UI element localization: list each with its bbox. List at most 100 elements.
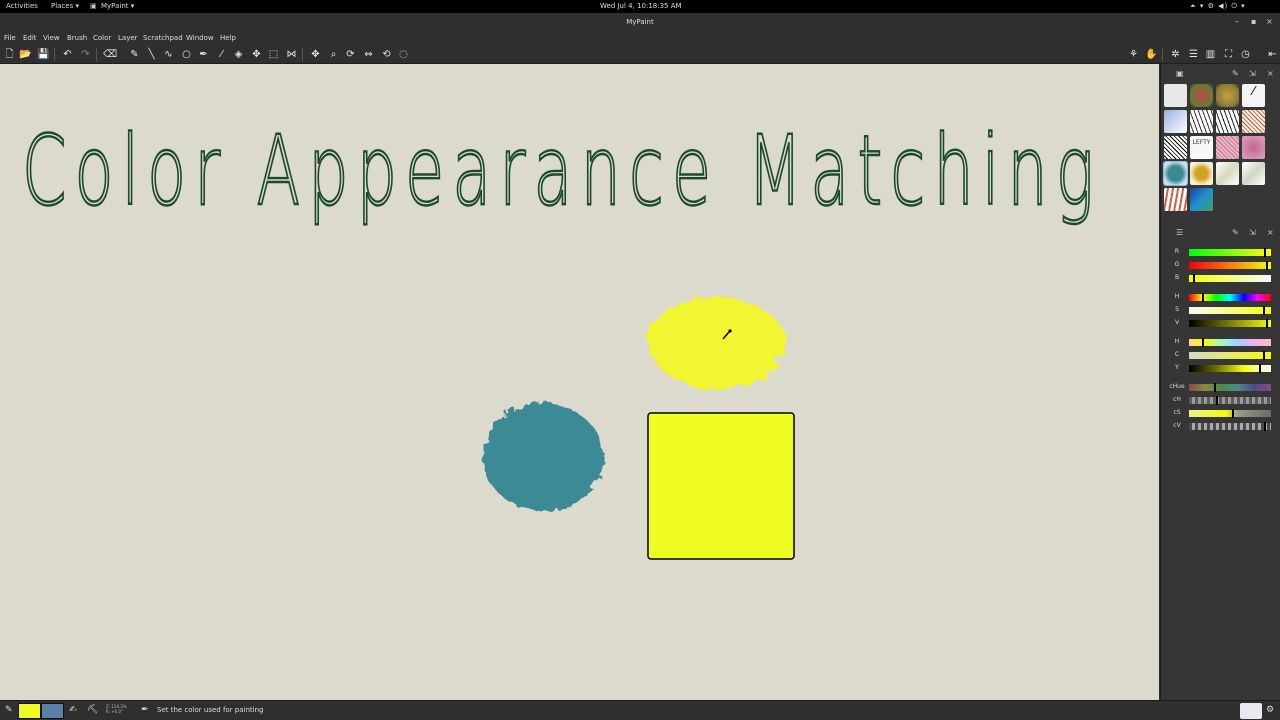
brush-thumb[interactable] xyxy=(1242,162,1265,185)
color-detach-icon[interactable]: ⇲ xyxy=(1249,228,1256,237)
cam-s-slider[interactable] xyxy=(1189,409,1271,418)
brush-thumb[interactable] xyxy=(1164,188,1187,211)
pan-view-icon[interactable]: ✥ xyxy=(309,48,322,61)
saturation-slider[interactable] xyxy=(1189,306,1271,315)
brush-thumb[interactable] xyxy=(1190,162,1213,185)
minimize-button[interactable]: – xyxy=(1235,13,1239,31)
picker-icon[interactable]: ⛏ xyxy=(87,705,98,715)
brush-thumb-selected[interactable] xyxy=(1163,161,1188,186)
brush-thumb[interactable] xyxy=(1242,136,1265,159)
brush-tab-icon[interactable]: ▣ xyxy=(1176,69,1184,78)
brush-thumb[interactable] xyxy=(1216,110,1239,133)
brush-detach-icon[interactable]: ⇲ xyxy=(1249,69,1256,78)
brush-modifier-icon[interactable]: ⚘ xyxy=(1127,48,1140,61)
menu-help[interactable]: Help xyxy=(220,31,236,45)
menu-color[interactable]: Color xyxy=(93,31,111,45)
brush-icon[interactable]: ✎ xyxy=(5,705,13,715)
brush-close-icon[interactable]: × xyxy=(1267,69,1274,78)
slider-marker xyxy=(1192,274,1195,283)
menu-scratchpad[interactable]: Scratchpad xyxy=(143,31,183,45)
layer-move-icon[interactable]: ✥ xyxy=(250,48,263,61)
hue-slider[interactable] xyxy=(1189,293,1271,302)
menu-file[interactable]: File xyxy=(4,31,16,45)
rotate-icon[interactable]: ⟳ xyxy=(344,48,357,61)
eraser-icon[interactable]: ⌫ xyxy=(103,48,117,61)
fullscreen-icon[interactable]: ⛶ xyxy=(1222,48,1235,61)
color-picker-icon[interactable]: ⁄ xyxy=(215,48,228,61)
fill-icon[interactable]: ◈ xyxy=(232,48,245,61)
cam-h-slider[interactable] xyxy=(1189,396,1271,405)
new-icon[interactable]: 🗋 xyxy=(3,48,16,61)
red-slider[interactable] xyxy=(1189,248,1271,257)
slider-label: V xyxy=(1174,319,1180,326)
brush-thumb[interactable] xyxy=(1190,110,1213,133)
redo-icon[interactable]: ↷ xyxy=(79,48,92,61)
hcy-luma-slider[interactable] xyxy=(1189,364,1271,373)
brush-thumb[interactable] xyxy=(1164,110,1187,133)
close-button[interactable]: × xyxy=(1266,13,1273,31)
blue-slider[interactable] xyxy=(1189,274,1271,283)
brush-thumb[interactable] xyxy=(1164,84,1187,107)
save-icon[interactable]: 💾 xyxy=(37,48,50,61)
edit-icon[interactable]: ✍ xyxy=(69,705,77,715)
freehand-icon[interactable]: ✎ xyxy=(128,48,141,61)
menu-window[interactable]: Window xyxy=(186,31,214,45)
toolbar-separator xyxy=(54,48,55,61)
brush-thumb[interactable] xyxy=(1164,136,1187,159)
color-pin-icon[interactable]: ✎ xyxy=(1232,228,1239,237)
hcy-hue-slider[interactable] xyxy=(1189,338,1271,347)
menu-layer[interactable]: Layer xyxy=(118,31,138,45)
settings-icon[interactable]: ⚙ xyxy=(1266,705,1274,715)
clock[interactable]: Wed Jul 4, 10:18:35 AM xyxy=(600,0,682,13)
brush-thumb[interactable] xyxy=(1190,84,1213,107)
brush-thumb[interactable] xyxy=(1216,136,1239,159)
slider-marker xyxy=(1263,248,1266,257)
brush-thumb[interactable] xyxy=(1190,188,1213,211)
value-slider[interactable] xyxy=(1189,319,1271,328)
slider-label: H xyxy=(1174,338,1180,345)
cam-v-slider[interactable] xyxy=(1189,422,1271,431)
open-icon[interactable]: 📂 xyxy=(19,48,32,61)
app-menu[interactable]: MyPaint ▾ xyxy=(101,0,134,13)
background-color-swatch[interactable] xyxy=(41,703,64,719)
menu-brush[interactable]: Brush xyxy=(67,31,87,45)
zoom-icon[interactable]: ⌕ xyxy=(327,48,340,61)
drawing-canvas[interactable]: Color Appearance Matching xyxy=(0,64,1159,700)
brush-thumb[interactable] xyxy=(1216,84,1239,107)
layers-icon[interactable]: ▥ xyxy=(1204,48,1217,61)
history-icon[interactable]: ◷ xyxy=(1239,48,1252,61)
symmetry-icon[interactable]: ⋈ xyxy=(285,48,298,61)
maximize-button[interactable]: ▪ xyxy=(1251,13,1256,31)
places-menu[interactable]: Places ▾ xyxy=(51,0,79,13)
frame-icon[interactable]: ⬚ xyxy=(267,48,280,61)
brush-thumb[interactable] xyxy=(1242,110,1265,133)
undo-icon[interactable]: ↶ xyxy=(61,48,74,61)
reset-view-icon[interactable]: ⟲ xyxy=(380,48,393,61)
brush-pin-icon[interactable]: ✎ xyxy=(1232,69,1239,78)
current-brush-preview[interactable] xyxy=(1240,703,1262,719)
hcy-chroma-slider[interactable] xyxy=(1189,351,1271,360)
color-tab-icon[interactable]: ☰ xyxy=(1176,228,1183,237)
menu-view[interactable]: View xyxy=(43,31,60,45)
ellipse-icon[interactable]: ○ xyxy=(180,48,193,61)
collapse-panel-icon[interactable]: ⇤ xyxy=(1266,48,1279,61)
curve-icon[interactable]: ∿ xyxy=(162,48,175,61)
inking-icon[interactable]: ✒ xyxy=(197,48,210,61)
fit-view-icon[interactable]: ◌ xyxy=(397,48,410,61)
activities-button[interactable]: Activities xyxy=(6,0,38,13)
menu-edit[interactable]: Edit xyxy=(23,31,37,45)
foreground-color-swatch[interactable] xyxy=(18,703,41,719)
hand-icon[interactable]: ✋ xyxy=(1145,48,1158,61)
brush-thumb[interactable] xyxy=(1216,162,1239,185)
green-slider[interactable] xyxy=(1189,261,1271,270)
brush-thumb[interactable]: ⁄ xyxy=(1242,84,1265,107)
mirror-icon[interactable]: ⇔ xyxy=(362,48,375,61)
system-status-icons[interactable]: ⏶ ▾ ⚙ ◀) ⏻ ▾ xyxy=(1190,0,1246,13)
line-icon[interactable]: ╲ xyxy=(145,48,158,61)
color-close-icon[interactable]: × xyxy=(1267,228,1274,237)
settings-icon[interactable]: ✲ xyxy=(1169,48,1182,61)
brush-thumb[interactable]: LEFTY xyxy=(1190,136,1213,159)
menu-icon[interactable]: ☰ xyxy=(1187,48,1200,61)
cam-hue-slider[interactable] xyxy=(1189,383,1271,392)
right-dock-panel xyxy=(1160,64,1280,700)
